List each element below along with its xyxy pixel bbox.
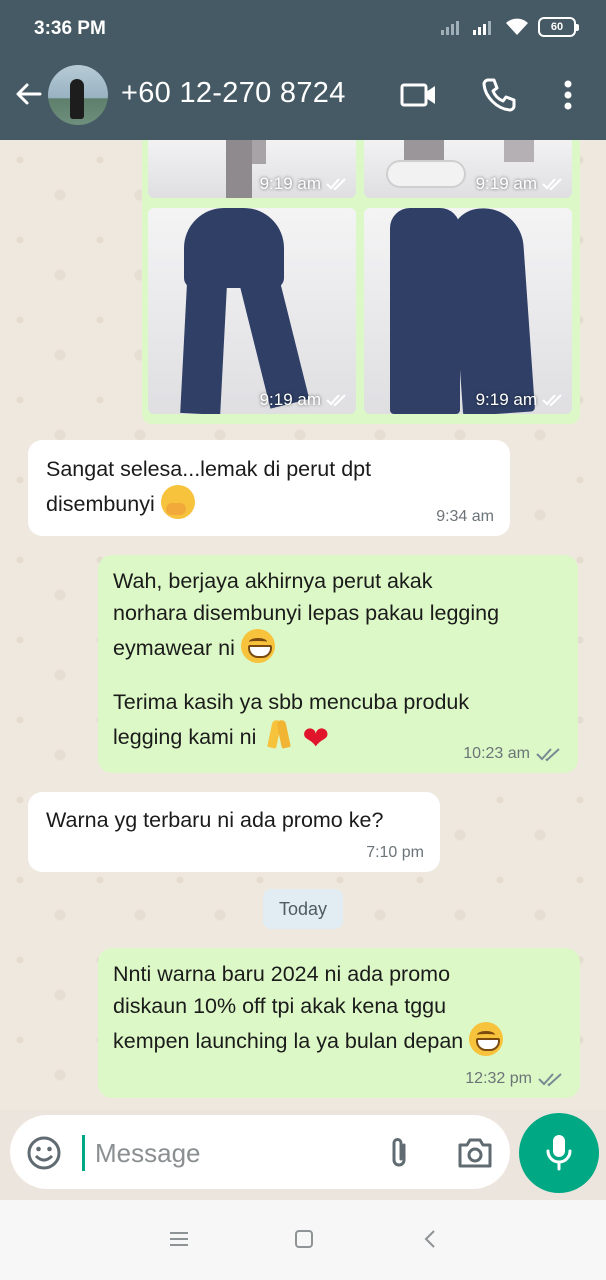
battery-icon: 60 — [538, 17, 579, 37]
date-chip: Today — [263, 889, 343, 929]
image-thumb-4[interactable]: 9:19 am — [364, 208, 572, 414]
emoji-icon[interactable] — [26, 1135, 62, 1171]
grinning-emoji — [469, 1022, 504, 1056]
mic-icon — [546, 1135, 572, 1171]
home-icon[interactable] — [293, 1228, 315, 1250]
message-time: 7:10 pm — [366, 844, 424, 861]
avatar-figure — [70, 79, 84, 119]
face-with-hand-emoji — [160, 485, 195, 519]
image-group: 9:19 am 9:19 am 9:19 am 9:19 am — [142, 140, 580, 424]
message-placeholder: Message — [95, 1138, 201, 1168]
image-timestamp: 9:19 am — [476, 174, 564, 194]
image-thumb-2[interactable]: 9:19 am — [364, 140, 572, 198]
attach-icon[interactable] — [384, 1135, 414, 1171]
message-text: Sangat selesa...lemak di perut dpt disem… — [46, 457, 372, 516]
read-ticks-icon — [542, 178, 562, 191]
leg-shape — [504, 140, 534, 162]
message-time: 12:32 pm — [465, 1070, 532, 1087]
read-ticks-icon — [326, 178, 346, 191]
wifi-icon — [506, 18, 528, 35]
message-text: Wah, berjaya akhirnya perut akak norhara… — [113, 569, 500, 660]
message-time: 9:34 am — [436, 508, 494, 525]
read-ticks-icon — [536, 748, 560, 762]
contact-name[interactable]: +60 12-270 8724 — [121, 77, 346, 110]
leg-shape — [236, 263, 310, 409]
shoe-shape — [386, 160, 466, 188]
contact-avatar[interactable] — [48, 65, 108, 125]
leg-shape — [226, 140, 252, 198]
status-time: 3:36 PM — [34, 18, 106, 39]
message-text: Nnti warna baru 2024 ni ada promo diskau… — [113, 962, 464, 1053]
leg-shape — [252, 140, 266, 164]
back-nav-icon[interactable] — [420, 1228, 442, 1250]
leg-shape — [390, 208, 460, 414]
chat-header: +60 12-270 8724 — [0, 56, 606, 140]
mic-button[interactable] — [519, 1113, 599, 1193]
system-nav-bar — [0, 1200, 606, 1280]
image-timestamp: 9:19 am — [260, 390, 348, 410]
back-arrow-icon[interactable] — [12, 78, 44, 110]
overflow-menu-icon[interactable] — [556, 76, 580, 114]
message-outgoing[interactable]: Nnti warna baru 2024 ni ada promo diskau… — [98, 948, 580, 1098]
message-meta: 10:23 am — [463, 745, 562, 763]
grinning-emoji — [240, 629, 275, 663]
recent-apps-icon[interactable] — [168, 1228, 190, 1250]
image-timestamp: 9:19 am — [260, 174, 348, 194]
status-bar: 3:36 PM 60 — [0, 0, 606, 56]
message-composer: Message — [10, 1115, 510, 1189]
image-timestamp: 9:19 am — [476, 390, 564, 410]
message-incoming[interactable]: Warna yg terbaru ni ada promo ke? 7:10 p… — [28, 792, 440, 872]
leg-shape — [180, 267, 228, 414]
voice-call-icon[interactable] — [480, 76, 518, 114]
signal-icon-2 — [473, 21, 491, 35]
video-call-icon[interactable] — [400, 76, 438, 114]
message-time: 10:23 am — [463, 745, 530, 762]
leg-shape — [448, 208, 536, 414]
image-thumb-1[interactable]: 9:19 am — [148, 140, 356, 198]
message-meta: 12:32 pm — [465, 1070, 564, 1088]
heart-emoji: ❤ — [302, 720, 330, 756]
camera-icon[interactable] — [456, 1135, 494, 1171]
message-text: Warna yg terbaru ni ada promo ke? — [46, 808, 384, 832]
chat-area[interactable]: 9:19 am 9:19 am 9:19 am 9:19 am Sangat s… — [0, 140, 606, 1110]
read-ticks-icon — [538, 1073, 562, 1087]
system-icons: 60 — [440, 17, 579, 37]
image-thumb-3[interactable]: 9:19 am — [148, 208, 356, 414]
read-ticks-icon — [326, 394, 346, 407]
signal-icon — [441, 21, 459, 35]
message-outgoing[interactable]: Wah, berjaya akhirnya perut akak norhara… — [98, 555, 578, 773]
message-incoming[interactable]: Sangat selesa...lemak di perut dpt disem… — [28, 440, 510, 536]
folded-hands-emoji — [262, 718, 296, 752]
message-input[interactable]: Message — [82, 1135, 362, 1171]
read-ticks-icon — [542, 394, 562, 407]
